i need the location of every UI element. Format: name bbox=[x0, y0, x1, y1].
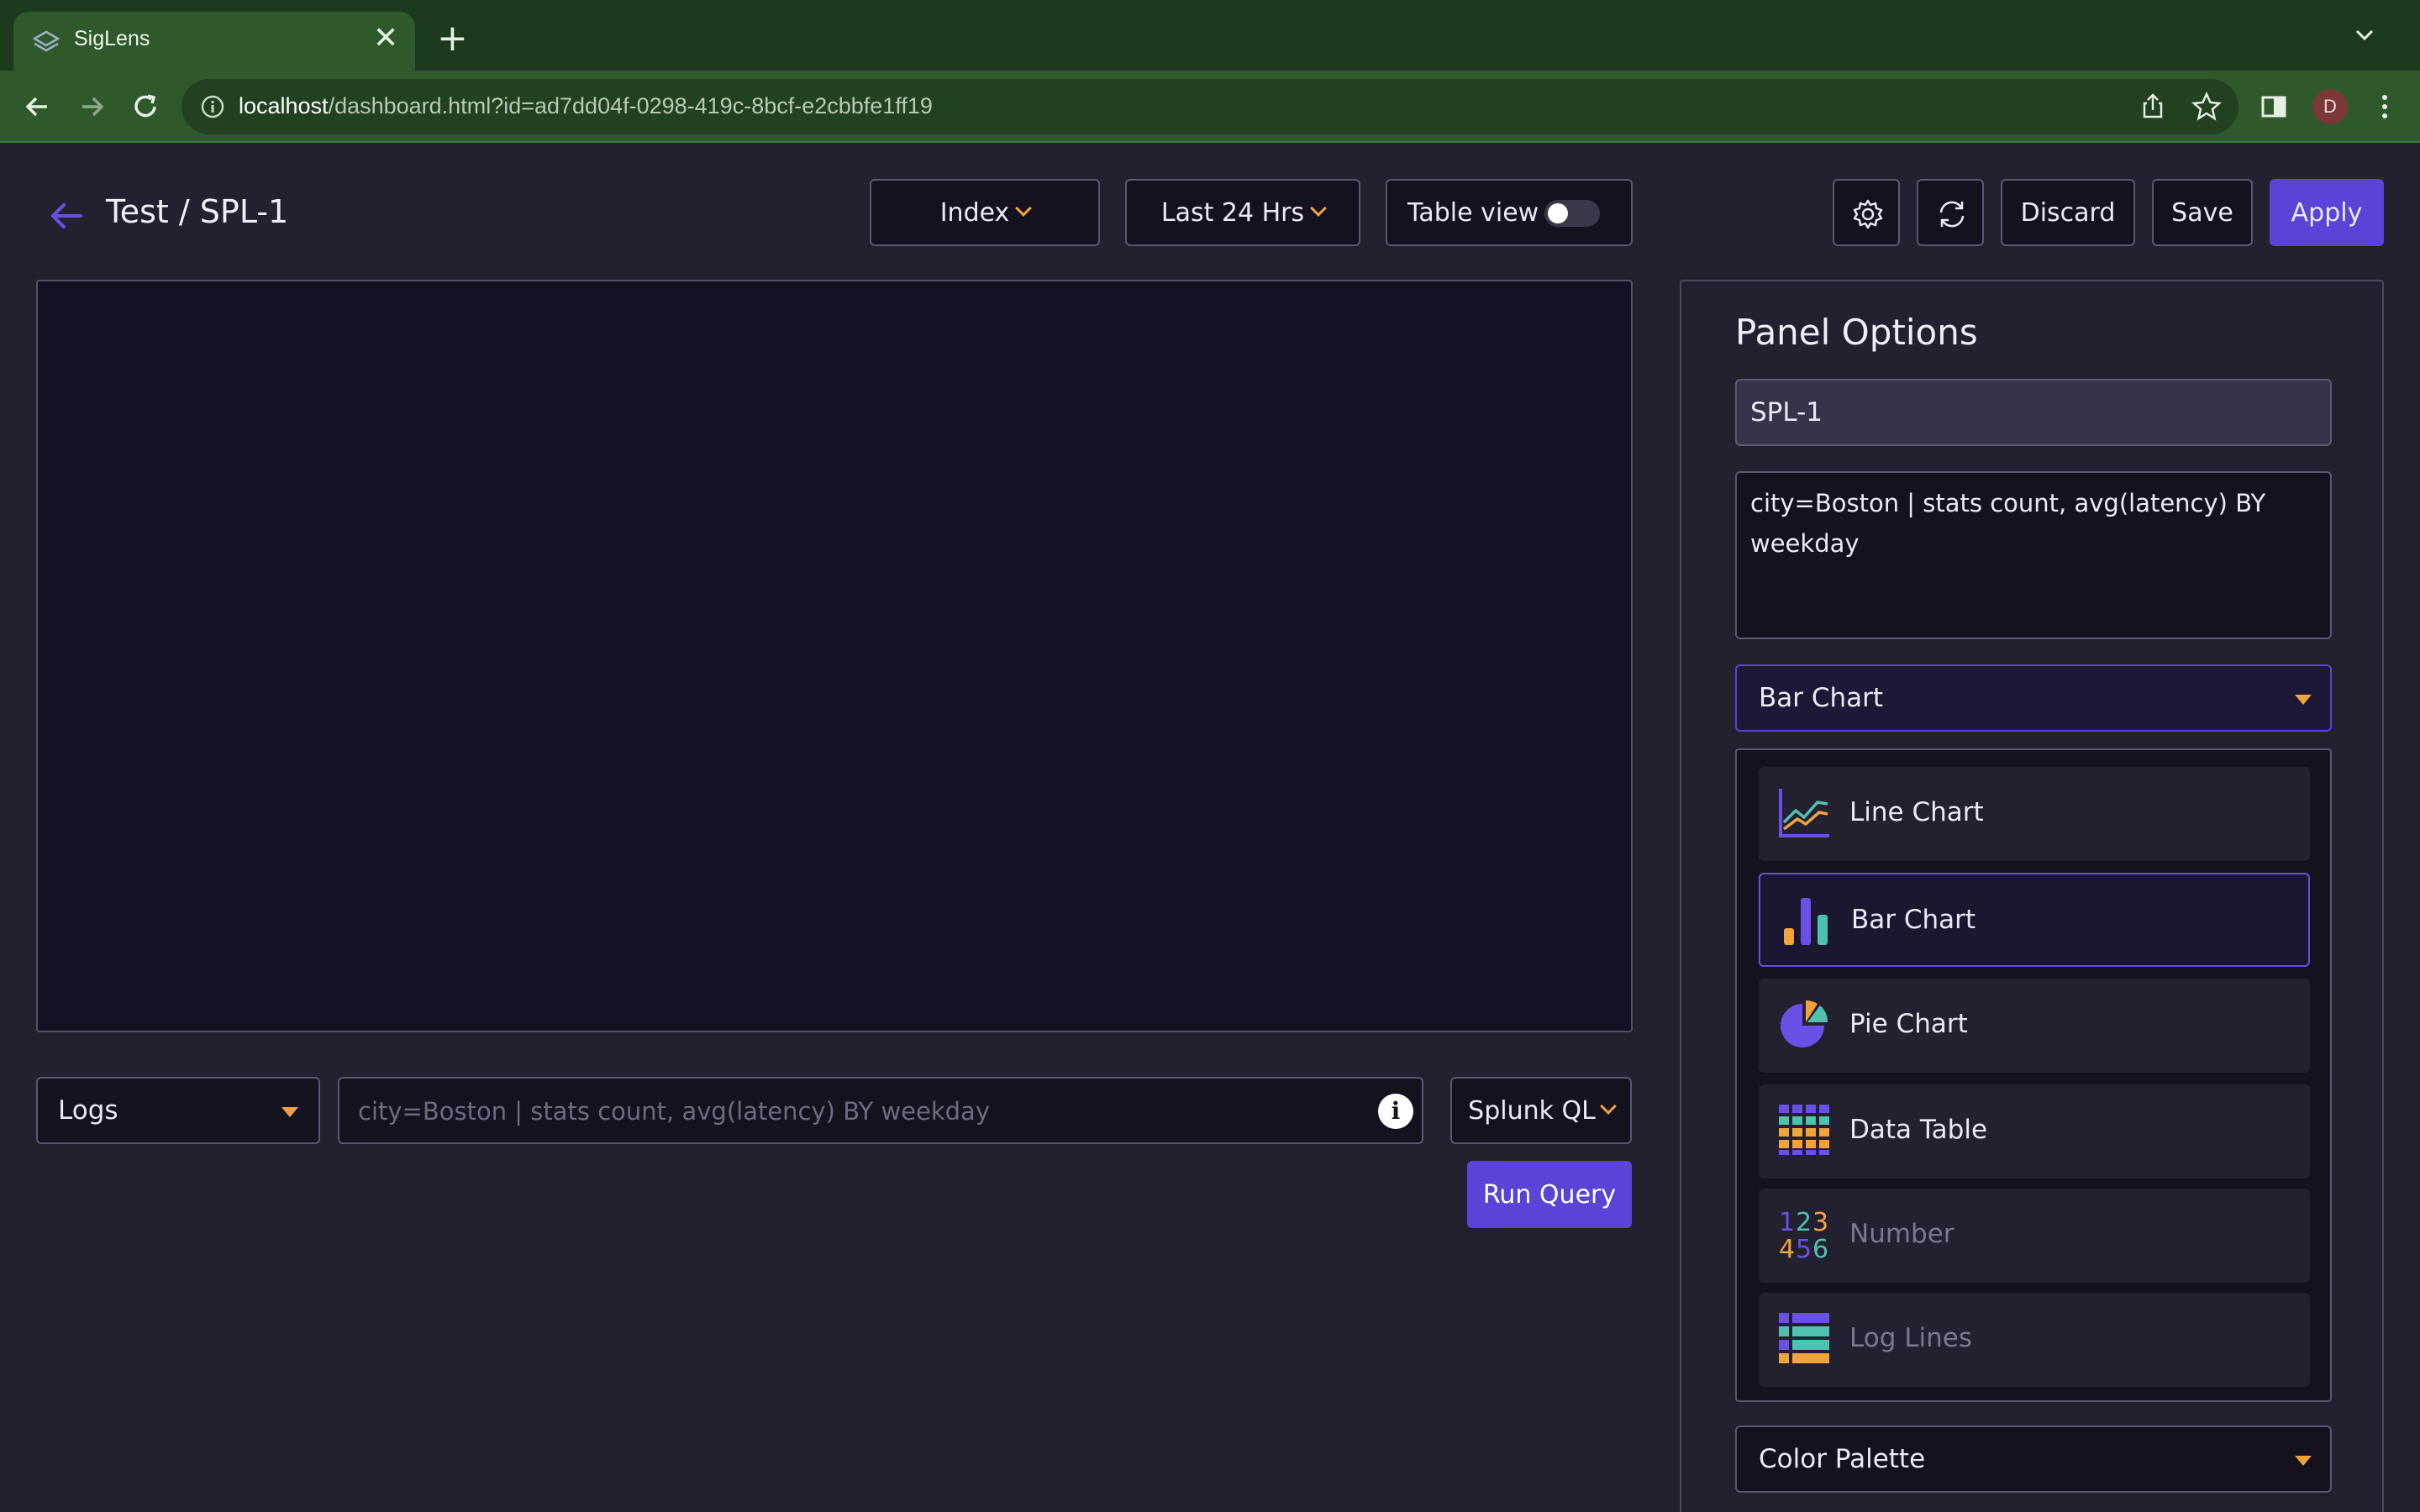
apply-button-label: Apply bbox=[2291, 197, 2363, 228]
back-icon[interactable] bbox=[18, 87, 57, 126]
address-bar[interactable]: localhost/dashboard.html?id=ad7dd04f-029… bbox=[182, 79, 2238, 134]
chart-option-label: Number bbox=[1849, 1219, 1954, 1249]
refresh-icon bbox=[1939, 201, 1965, 228]
panel-options-sidebar: Panel Options SPL-1 city=Boston | stats … bbox=[1680, 280, 2384, 1512]
site-info-icon[interactable] bbox=[198, 92, 227, 121]
new-tab-button[interactable]: + bbox=[437, 20, 468, 57]
browser-tab-strip: SigLens ✕ + bbox=[0, 0, 2420, 71]
color-palette-select[interactable]: Color Palette bbox=[1735, 1425, 2332, 1493]
panel-name-value: SPL-1 bbox=[1750, 397, 1823, 428]
log-lines-icon bbox=[1779, 1313, 1829, 1363]
panel-visualization-area bbox=[36, 280, 1633, 1032]
panel-name-input[interactable]: SPL-1 bbox=[1735, 379, 2332, 446]
svg-text:5: 5 bbox=[1796, 1235, 1812, 1261]
chart-option-bar[interactable]: Bar Chart bbox=[1759, 873, 2310, 967]
bar-chart-icon bbox=[1784, 898, 1828, 945]
browser-toolbar: localhost/dashboard.html?id=ad7dd04f-029… bbox=[0, 71, 2420, 143]
chart-option-line[interactable]: Line Chart bbox=[1759, 767, 2310, 861]
dropdown-triangle-icon bbox=[2295, 1456, 2312, 1466]
chart-option-log-lines[interactable]: Log Lines bbox=[1759, 1293, 2310, 1387]
url-text: localhost/dashboard.html?id=ad7dd04f-029… bbox=[239, 93, 933, 119]
profile-avatar[interactable]: D bbox=[2312, 89, 2348, 124]
tab-title: SigLens bbox=[74, 27, 150, 50]
query-language-value: Splunk QL bbox=[1468, 1095, 1596, 1126]
chart-option-label: Log Lines bbox=[1849, 1323, 1972, 1353]
chart-type-select[interactable]: Bar Chart bbox=[1735, 664, 2332, 732]
chart-option-number[interactable]: 1 2 3 4 5 6 Number bbox=[1759, 1189, 2310, 1283]
save-button[interactable]: Save bbox=[2152, 179, 2253, 246]
siglens-favicon-icon bbox=[32, 30, 60, 52]
table-view-label: Table view bbox=[1407, 197, 1539, 228]
svg-text:3: 3 bbox=[1812, 1208, 1828, 1237]
panel-options-title: Panel Options bbox=[1735, 312, 1978, 353]
query-language-select[interactable]: Splunk QL bbox=[1450, 1077, 1632, 1144]
time-range-label: Last 24 Hrs bbox=[1160, 197, 1305, 228]
refresh-button[interactable] bbox=[1917, 179, 1984, 246]
dropdown-triangle-icon bbox=[2295, 695, 2312, 705]
line-chart-icon bbox=[1779, 789, 1829, 837]
url-path: /dashboard.html?id=ad7dd04f-0298-419c-8b… bbox=[328, 93, 933, 118]
dropdown-triangle-icon bbox=[281, 1107, 298, 1117]
reload-icon[interactable] bbox=[126, 87, 165, 126]
query-info-icon[interactable]: i bbox=[1378, 1094, 1413, 1129]
chart-option-label: Line Chart bbox=[1849, 797, 1984, 827]
panel-query-textarea[interactable]: city=Boston | stats count, avg(latency) … bbox=[1735, 471, 2332, 639]
time-range-dropdown[interactable]: Last 24 Hrs bbox=[1125, 179, 1360, 246]
discard-button[interactable]: Discard bbox=[2001, 179, 2135, 246]
chart-option-data-table[interactable]: Data Table bbox=[1759, 1084, 2310, 1179]
page-title: Test / SPL-1 bbox=[106, 193, 289, 230]
forward-icon[interactable] bbox=[72, 87, 111, 126]
apply-button[interactable]: Apply bbox=[2270, 179, 2384, 246]
chart-option-label: Data Table bbox=[1849, 1115, 1988, 1145]
chevron-down-icon bbox=[1599, 1098, 1617, 1115]
close-tab-icon[interactable]: ✕ bbox=[373, 24, 398, 54]
svg-text:2: 2 bbox=[1796, 1208, 1812, 1237]
back-to-dashboard-icon[interactable] bbox=[47, 197, 86, 235]
chart-option-label: Bar Chart bbox=[1851, 905, 1976, 935]
index-dropdown[interactable]: Index bbox=[870, 179, 1100, 246]
tab-search-chevron-icon[interactable] bbox=[2353, 24, 2376, 47]
data-table-icon bbox=[1779, 1105, 1829, 1155]
chart-option-label: Pie Chart bbox=[1849, 1009, 1968, 1039]
chevron-down-icon bbox=[1310, 200, 1328, 217]
chart-type-value: Bar Chart bbox=[1759, 683, 1884, 713]
query-input[interactable]: city=Boston | stats count, avg(latency) … bbox=[338, 1077, 1423, 1144]
svg-text:6: 6 bbox=[1812, 1235, 1828, 1261]
save-button-label: Save bbox=[2171, 197, 2233, 228]
number-icon: 1 2 3 4 5 6 bbox=[1779, 1208, 1828, 1261]
svg-text:1: 1 bbox=[1779, 1208, 1795, 1237]
browser-menu-icon[interactable] bbox=[2368, 90, 2402, 123]
discard-button-label: Discard bbox=[2020, 197, 2116, 228]
pie-chart-icon bbox=[1781, 1000, 1828, 1047]
data-source-value: Logs bbox=[58, 1095, 118, 1126]
side-panel-icon[interactable] bbox=[2257, 90, 2291, 123]
query-placeholder: city=Boston | stats count, avg(latency) … bbox=[358, 1097, 990, 1126]
gear-icon bbox=[1853, 199, 1883, 229]
color-palette-label: Color Palette bbox=[1759, 1444, 1926, 1474]
chart-type-list: Line Chart Bar Chart Pie Chart Data Tabl… bbox=[1735, 748, 2332, 1402]
url-host: localhost bbox=[239, 93, 329, 118]
browser-tab-siglens[interactable]: SigLens ✕ bbox=[13, 12, 415, 71]
run-query-button[interactable]: Run Query bbox=[1467, 1161, 1632, 1228]
chart-option-pie[interactable]: Pie Chart bbox=[1759, 979, 2310, 1073]
data-source-select[interactable]: Logs bbox=[36, 1077, 320, 1144]
svg-text:4: 4 bbox=[1779, 1235, 1795, 1261]
chevron-down-icon bbox=[1015, 200, 1033, 217]
panel-query-value: city=Boston | stats count, avg(latency) … bbox=[1750, 489, 2266, 558]
settings-button[interactable] bbox=[1833, 179, 1900, 246]
table-view-toggle[interactable] bbox=[1544, 200, 1600, 227]
index-dropdown-label: Index bbox=[939, 197, 1010, 228]
run-query-label: Run Query bbox=[1482, 1179, 1617, 1210]
bookmark-star-icon[interactable] bbox=[2190, 90, 2223, 123]
share-icon[interactable] bbox=[2136, 90, 2170, 123]
